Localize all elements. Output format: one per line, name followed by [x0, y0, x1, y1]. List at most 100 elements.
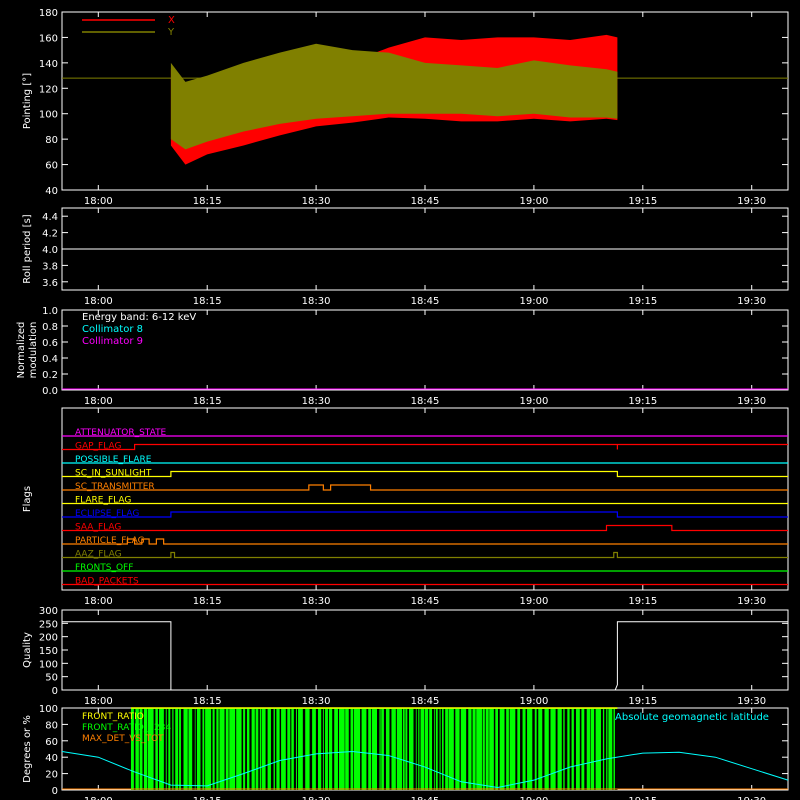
y-axis-label: Quality: [22, 632, 33, 668]
flag-line: [62, 551, 788, 559]
y-tick-label: 0: [52, 786, 58, 797]
x-tick-label: 18:30: [302, 196, 331, 207]
x-tick-label: 19:15: [628, 796, 657, 800]
y-tick-label: 80: [45, 135, 58, 146]
front-ratio-gap: [548, 709, 551, 790]
front-ratio-gap: [584, 709, 587, 790]
front-ratio-gap: [419, 709, 421, 790]
front-ratio-gap: [377, 709, 380, 790]
x-tick-label: 19:15: [628, 596, 657, 607]
panel-5: 18:00 18:15 18:30 18:45 19:00 19:15 19:30 0 50 10…: [22, 606, 789, 707]
x-tick-label: 18:15: [193, 696, 222, 707]
y-axis-label: Roll period [s]: [22, 214, 33, 283]
flag-line: [62, 524, 788, 532]
front-ratio-gap: [214, 709, 217, 790]
front-ratio-gap: [536, 709, 539, 790]
front-ratio-gap: [600, 709, 603, 790]
front-ratio-gap: [332, 709, 335, 790]
front-ratio-gap: [443, 709, 446, 790]
flag-line: [62, 470, 788, 478]
front-ratio-gap: [389, 709, 392, 790]
front-ratio-gap: [344, 709, 346, 790]
y-axis-label: Pointing [°]: [22, 73, 33, 129]
front-ratio-gap: [163, 709, 166, 790]
front-ratio-gap: [302, 709, 306, 790]
y-tick-label: 4.0: [42, 245, 58, 256]
front-ratio-gap: [525, 709, 528, 790]
y-tick-label: 1.0: [42, 306, 58, 317]
front-ratio-gap: [270, 709, 274, 790]
x-tick-label: 18:30: [302, 296, 331, 307]
front-ratio-gap: [147, 709, 148, 790]
front-ratio-gap: [395, 709, 397, 790]
y-tick-label: 0: [52, 686, 58, 697]
front-ratio-gap: [195, 709, 197, 790]
front-ratio-gap: [594, 709, 596, 790]
front-ratio-gap: [579, 709, 582, 790]
panel-1: 18:00 18:15 18:30 18:45 19:00 19:15 19:30 40 60 8…: [22, 8, 789, 207]
front-ratio-gap: [413, 709, 416, 790]
front-ratio-gap: [241, 709, 244, 790]
front-ratio-gap: [407, 709, 410, 790]
quality-line: [62, 621, 788, 691]
front-ratio-gap: [245, 709, 247, 790]
x-tick-label: 19:30: [737, 696, 766, 707]
panel-3: 18:00 18:15 18:30 18:45 19:00 19:15 19:30 0.0 0.…: [16, 306, 789, 407]
front-ratio-gap: [435, 709, 437, 790]
y-tick-label: 0.4: [42, 354, 58, 365]
front-ratio-gap: [285, 709, 288, 790]
front-ratio-gap: [404, 709, 406, 790]
front-ratio-gap: [589, 709, 591, 790]
panel-frame: [61, 407, 789, 591]
front-ratio-gap: [353, 709, 354, 790]
front-ratio-gap: [228, 709, 230, 790]
front-ratio-gap: [321, 709, 323, 790]
legend-label-collimator: Collimator 9: [82, 336, 143, 347]
front-ratio-gap: [508, 709, 510, 790]
x-tick-label: 18:15: [193, 596, 222, 607]
x-tick-label: 18:15: [193, 796, 222, 800]
legend-label: MAX_DET_VS_TOT: [82, 734, 164, 744]
front-ratio-gap: [471, 709, 473, 790]
x-tick-label: 18:30: [302, 696, 331, 707]
y-tick-label: 0.6: [42, 338, 58, 349]
x-tick-label: 19:15: [628, 396, 657, 407]
x-tick-label: 19:15: [628, 196, 657, 207]
front-ratio-gap: [360, 709, 362, 790]
front-ratio-gap: [366, 709, 369, 790]
front-ratio-gap: [371, 709, 372, 790]
front-ratio-gap: [254, 709, 256, 790]
front-ratio-gap: [440, 709, 443, 790]
x-tick-label: 18:00: [84, 796, 113, 800]
front-ratio-gap: [459, 709, 461, 790]
front-ratio-gap: [293, 709, 296, 790]
y-tick-label: 200: [39, 633, 58, 644]
front-ratio-gap: [504, 709, 507, 790]
front-ratio-gap: [279, 709, 282, 790]
front-ratio-gap: [323, 709, 326, 790]
y-tick-label: 4.4: [42, 212, 58, 223]
y-axis-label: Flags: [22, 486, 33, 512]
legend-label-collimator: Collimator 8: [82, 324, 143, 335]
front-ratio-gap: [453, 709, 456, 790]
front-ratio-gap: [211, 709, 213, 790]
x-tick-label: 19:00: [519, 196, 548, 207]
front-ratio-gap: [296, 709, 299, 790]
x-tick-label: 18:45: [411, 596, 440, 607]
front-ratio-gap: [520, 709, 523, 790]
front-ratio-gap: [187, 709, 189, 790]
y-tick-label: 80: [45, 720, 58, 731]
x-tick-label: 18:00: [84, 596, 113, 607]
front-ratio-gap: [604, 709, 607, 790]
front-ratio-gap: [612, 709, 614, 790]
front-ratio-gap: [315, 709, 319, 790]
front-ratio-gap: [153, 709, 156, 790]
y-tick-label: 100: [39, 704, 58, 715]
front-ratio-gap: [178, 709, 180, 790]
x-tick-label: 19:00: [519, 796, 548, 800]
front-ratio-gap: [542, 709, 545, 790]
front-ratio-gap: [380, 709, 382, 790]
front-ratio-gap: [173, 709, 176, 790]
front-ratio-gap: [498, 709, 500, 790]
front-ratio-gap: [166, 709, 169, 790]
